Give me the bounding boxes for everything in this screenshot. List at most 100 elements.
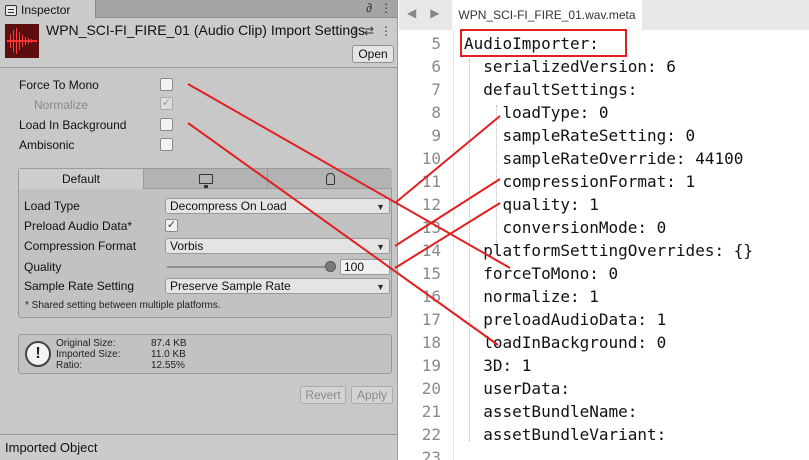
ratio-label: Ratio: <box>56 360 83 371</box>
code-line[interactable]: 9 sampleRateSetting: 0 <box>399 124 809 147</box>
inspector-icon <box>5 4 17 16</box>
code-text: assetBundleName: <box>464 402 638 421</box>
code-text: assetBundleVariant: <box>464 425 667 444</box>
line-number: 11 <box>421 172 441 191</box>
tab-meta-file[interactable]: WPN_SCI-FI_FIRE_01.wav.meta <box>452 0 642 30</box>
original-size-label: Original Size: <box>56 338 116 349</box>
tab-default-label: Default <box>61 172 101 186</box>
chevron-down-icon: ▼ <box>376 282 385 292</box>
lock-icon[interactable]: ∂ <box>366 1 372 15</box>
code-line[interactable]: 16 normalize: 1 <box>399 285 809 308</box>
code-line[interactable]: 22 assetBundleVariant: <box>399 423 809 446</box>
line-number: 17 <box>421 310 441 329</box>
forward-arrow-icon[interactable]: ▶ <box>430 6 439 20</box>
code-line[interactable]: 19 3D: 1 <box>399 354 809 377</box>
imported-size-label: Imported Size: <box>56 349 121 360</box>
help-icon[interactable]: ? <box>351 24 358 38</box>
code-line[interactable]: 21 assetBundleName: <box>399 400 809 423</box>
audio-importer-highlight <box>460 29 627 57</box>
code-area[interactable]: 5 AudioImporter: 6 serializedVersion: 67 d… <box>399 30 809 460</box>
chevron-down-icon: ▼ <box>376 202 385 212</box>
code-text: forceToMono: 0 <box>464 264 619 283</box>
line-number: 13 <box>421 218 441 237</box>
code-line[interactable]: 20 userData: <box>399 377 809 400</box>
tab-webgl[interactable] <box>268 169 392 189</box>
code-line[interactable]: 17 preloadAudioData: 1 <box>399 308 809 331</box>
code-line[interactable]: 11 compressionFormat: 1 <box>399 170 809 193</box>
load-in-background-checkbox[interactable] <box>160 118 173 131</box>
editor-tab-bar: ◀ ▶ WPN_SCI-FI_FIRE_01.wav.meta <box>399 0 809 30</box>
code-line[interactable]: 18 loadInBackground: 0 <box>399 331 809 354</box>
load-type-dropdown[interactable]: Decompress On Load ▼ <box>165 198 390 214</box>
tab-inspector[interactable]: Inspector <box>0 0 96 18</box>
open-button[interactable]: Open <box>352 45 394 63</box>
force-to-mono-label: Force To Mono <box>19 78 99 92</box>
tab-navigation: ◀ ▶ <box>407 6 439 20</box>
quality-slider-handle[interactable] <box>325 261 336 272</box>
tab-default[interactable]: Default <box>19 169 144 189</box>
line-number: 18 <box>421 333 441 352</box>
warning-icon: ! <box>25 341 51 367</box>
apply-button[interactable]: Apply <box>351 386 393 404</box>
ambisonic-label: Ambisonic <box>19 138 75 152</box>
code-line[interactable]: 15 forceToMono: 0 <box>399 262 809 285</box>
code-line[interactable]: 8 loadType: 0 <box>399 101 809 124</box>
code-text: sampleRateOverride: 44100 <box>464 149 744 168</box>
force-to-mono-checkbox[interactable] <box>160 78 173 91</box>
tab-bar-icons: ∂ ⋮ <box>366 1 392 15</box>
code-line[interactable]: 23 <box>399 446 809 460</box>
normalize-label: Normalize <box>34 98 89 112</box>
inspector-panel: Inspector ∂ ⋮ WPN_SCI-FI_FIRE_01 (Audio … <box>0 0 398 460</box>
audio-waveform-thumbnail <box>5 24 39 58</box>
code-text: normalize: 1 <box>464 287 599 306</box>
compression-format-dropdown[interactable]: Vorbis ▼ <box>165 238 390 254</box>
preload-audio-data-label: Preload Audio Data* <box>24 219 133 233</box>
code-line[interactable]: 14 platformSettingOverrides: {} <box>399 239 809 262</box>
revert-button[interactable]: Revert <box>300 386 346 404</box>
line-number: 22 <box>421 425 441 444</box>
code-line[interactable]: 13 conversionMode: 0 <box>399 216 809 239</box>
preset-icon[interactable]: ⇄ <box>364 24 374 38</box>
back-arrow-icon[interactable]: ◀ <box>407 6 416 20</box>
asset-title: WPN_SCI-FI_FIRE_01 (Audio Clip) Import S… <box>46 22 365 38</box>
imported-object-footer[interactable]: Imported Object <box>0 434 397 460</box>
quality-slider-track[interactable] <box>167 266 335 268</box>
line-number: 8 <box>431 103 441 122</box>
code-text: platformSettingOverrides: {} <box>464 241 753 260</box>
load-type-label: Load Type <box>24 199 80 213</box>
tab-menu-icon[interactable]: ⋮ <box>380 1 392 15</box>
quality-value-field[interactable]: 100 <box>340 259 390 275</box>
original-size-value: 87.4 KB <box>151 338 187 349</box>
line-number: 10 <box>421 149 441 168</box>
code-line[interactable]: 6 serializedVersion: 6 <box>399 55 809 78</box>
compression-format-label: Compression Format <box>24 239 137 253</box>
line-number: 16 <box>421 287 441 306</box>
sample-rate-setting-value: Preserve Sample Rate <box>170 279 291 293</box>
ratio-value: 12.55% <box>151 360 185 371</box>
code-line[interactable]: 10 sampleRateOverride: 44100 <box>399 147 809 170</box>
line-number: 6 <box>431 57 441 76</box>
code-text: compressionFormat: 1 <box>464 172 696 191</box>
load-in-background-label: Load In Background <box>19 118 127 132</box>
normalize-checkbox[interactable]: ✓ <box>160 97 173 110</box>
sample-rate-setting-dropdown[interactable]: Preserve Sample Rate ▼ <box>165 278 390 294</box>
preload-audio-data-checkbox[interactable]: ✓ <box>165 219 178 232</box>
code-text: loadType: 0 <box>464 103 609 122</box>
code-line[interactable]: 7 defaultSettings: <box>399 78 809 101</box>
line-number: 21 <box>421 402 441 421</box>
code-text: userData: <box>464 379 570 398</box>
code-text: preloadAudioData: 1 <box>464 310 667 329</box>
asset-header: WPN_SCI-FI_FIRE_01 (Audio Clip) Import S… <box>0 18 397 68</box>
context-menu-icon[interactable]: ⋮ <box>380 24 392 38</box>
tab-standalone[interactable] <box>144 169 268 189</box>
monitor-icon <box>198 173 213 188</box>
sample-rate-setting-label: Sample Rate Setting <box>24 279 135 293</box>
code-line[interactable]: 12 quality: 1 <box>399 193 809 216</box>
code-text: loadInBackground: 0 <box>464 333 667 352</box>
ambisonic-checkbox[interactable] <box>160 138 173 151</box>
line-number: 23 <box>421 448 441 460</box>
code-text: quality: 1 <box>464 195 599 214</box>
line-number: 9 <box>431 126 441 145</box>
tab-inspector-label: Inspector <box>21 3 71 17</box>
code-text: 3D: 1 <box>464 356 532 375</box>
